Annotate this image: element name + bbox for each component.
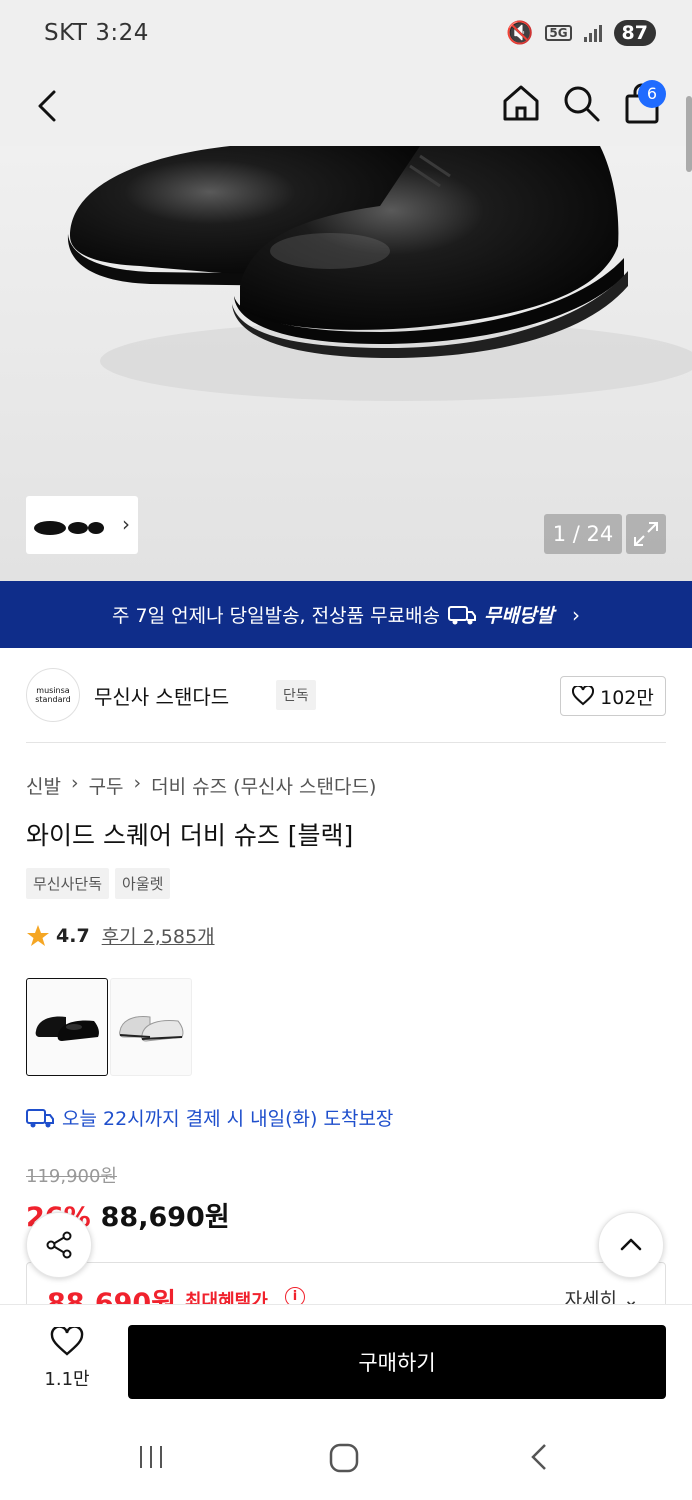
product-tag: 아울렛 (115, 868, 171, 899)
star-icon (27, 924, 49, 946)
back-nav-icon[interactable] (526, 1442, 552, 1472)
reviews-link[interactable]: 후기 2,585개 (102, 922, 215, 949)
status-carrier-time: SKT 3:24 (44, 20, 149, 46)
breadcrumb-item[interactable]: 구두 (89, 772, 124, 799)
share-button[interactable] (26, 1212, 92, 1278)
product-tags: 무신사단독 아울렛 (26, 868, 171, 899)
chevron-right-icon: › (122, 512, 130, 536)
exclusive-tag: 단독 (276, 680, 316, 710)
original-price: 119,900원 (26, 1166, 117, 1187)
color-option-black[interactable] (26, 978, 108, 1076)
breadcrumb: 신발 › 구두 › 더비 슈즈 (무신사 스탠다드) (26, 772, 376, 799)
back-icon[interactable] (30, 86, 70, 126)
heart-icon (50, 1325, 84, 1356)
color-options (26, 978, 192, 1076)
product-tag: 무신사단독 (26, 868, 110, 899)
signal-icon (583, 24, 602, 42)
free-delivery-badge: 무배당발 (484, 605, 554, 627)
home-nav-icon[interactable] (328, 1442, 360, 1474)
thumbnail-shoes (34, 521, 104, 535)
status-icons: 🔇 5G 87 (506, 20, 656, 46)
brand-like-button[interactable]: 102만 (560, 676, 666, 716)
sale-price: 88,690원 (100, 1202, 230, 1233)
chevron-right-icon: › (133, 772, 142, 794)
breadcrumb-item[interactable]: 신발 (26, 772, 61, 799)
buy-button[interactable]: 구매하기 (128, 1325, 666, 1399)
expand-icon[interactable] (626, 514, 666, 554)
wish-button[interactable]: 1.1만 (30, 1325, 104, 1391)
home-icon[interactable] (500, 82, 542, 124)
brand-row[interactable]: musinsa standard 무신사 스탠다드 단독 102만 (26, 666, 666, 724)
recent-apps-icon[interactable] (136, 1442, 166, 1472)
scroll-to-top-button[interactable] (598, 1212, 664, 1278)
rating-row: 4.7 후기 2,585개 (26, 922, 215, 949)
heart-icon (572, 686, 595, 706)
share-icon (46, 1231, 72, 1259)
brand-name[interactable]: 무신사 스탠다드 (94, 681, 229, 710)
chevron-up-icon (620, 1238, 642, 1251)
app-header (0, 70, 692, 146)
cart-count-badge: 6 (638, 80, 666, 108)
delivery-truck-icon (448, 605, 477, 624)
banner-text: 주 7일 언제나 당일발송, 전상품 무료배송 (112, 605, 441, 627)
network-indicator: 5G (545, 25, 572, 41)
chevron-right-icon: › (70, 772, 79, 794)
image-thumbnail-strip[interactable]: › (26, 496, 138, 554)
delivery-guarantee: 오늘 22시까지 결제 시 내일(화) 도착보장 (26, 1104, 393, 1131)
promo-banner[interactable]: 주 7일 언제나 당일발송, 전상품 무료배송 무배당발 › (0, 581, 692, 648)
mute-icon: 🔇 (505, 20, 534, 46)
brand-logo[interactable]: musinsa standard (26, 668, 80, 722)
chevron-right-icon: › (571, 602, 580, 627)
brand-logo-line1: musinsa (36, 686, 70, 695)
image-counter: 1 / 24 (544, 514, 622, 554)
brand-logo-line2: standard (35, 695, 71, 704)
delivery-truck-icon (26, 1108, 54, 1127)
black-shoe-thumbnail (35, 1016, 99, 1041)
product-title: 와이드 스퀘어 더비 슈즈 [블랙] (26, 821, 354, 850)
scrollbar[interactable] (686, 96, 692, 172)
battery-indicator: 87 (613, 20, 656, 46)
system-nav-bar (0, 1420, 692, 1500)
search-icon[interactable] (560, 82, 602, 124)
color-option-white[interactable] (110, 978, 192, 1076)
status-bar: SKT 3:24 🔇 5G 87 (0, 0, 692, 70)
breadcrumb-item[interactable]: 더비 슈즈 (무신사 스탠다드) (151, 772, 376, 799)
divider (26, 742, 666, 743)
white-shoe-thumbnail (119, 1016, 184, 1042)
delivery-text: 오늘 22시까지 결제 시 내일(화) 도착보장 (62, 1108, 394, 1130)
wish-count: 1.1만 (44, 1369, 90, 1390)
purchase-bar: 1.1만 구매하기 (0, 1304, 692, 1420)
rating-score: 4.7 (56, 924, 90, 947)
brand-like-count: 102만 (600, 686, 654, 709)
